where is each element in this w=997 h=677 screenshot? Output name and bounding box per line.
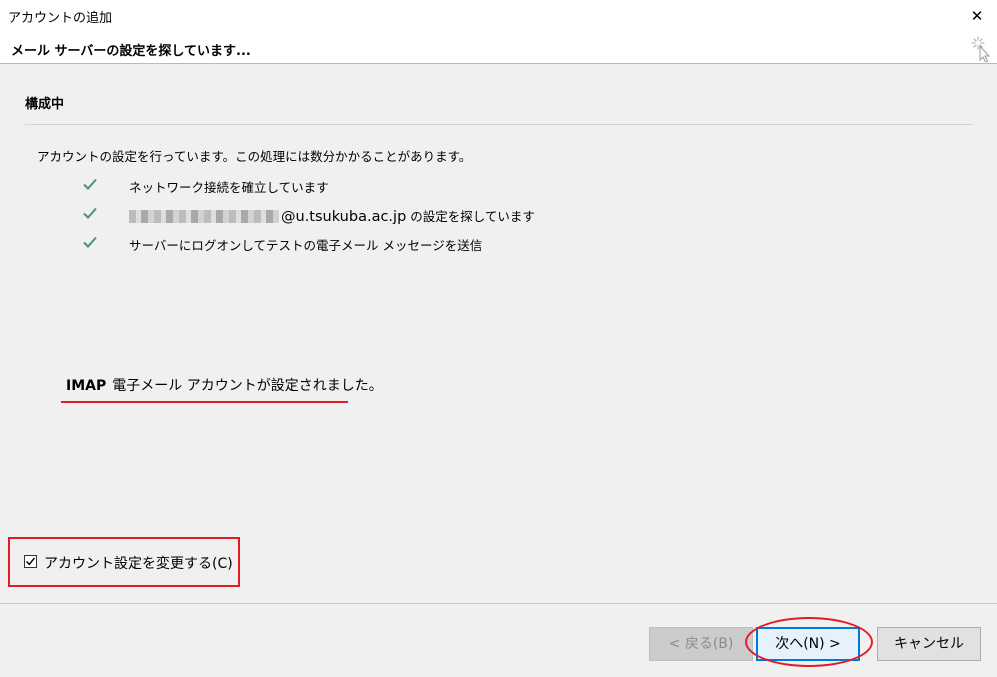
dialog-header: メール サーバーの設定を探しています...	[0, 32, 997, 64]
busy-cursor-icon	[971, 36, 991, 62]
result-text: 電子メール アカウントが設定されました。	[112, 378, 383, 394]
result-protocol: IMAP	[66, 378, 107, 394]
checkmark-icon	[26, 557, 36, 566]
description-text: アカウントの設定を行っています。この処理には数分かかることがあります。	[37, 149, 472, 164]
email-domain: @u.tsukuba.ac.jp	[281, 209, 407, 225]
checkbox-box[interactable]	[24, 555, 37, 568]
step-label: ネットワーク接続を確立しています	[129, 180, 329, 195]
check-icon	[83, 178, 97, 190]
result-message: IMAP 電子メール アカウントが設定されました。	[66, 375, 383, 395]
cancel-button[interactable]: キャンセル	[877, 627, 981, 661]
window-title: アカウントの追加	[8, 11, 113, 26]
section-title: 構成中	[25, 97, 65, 112]
check-icon	[83, 207, 97, 219]
title-bar: アカウントの追加 ✕	[0, 0, 997, 32]
back-button[interactable]: < 戻る(B)	[649, 627, 753, 661]
step-label-suffix: の設定を探しています	[406, 209, 535, 224]
section-divider	[25, 124, 973, 125]
annotation-underline	[61, 401, 348, 403]
footer-divider	[0, 603, 997, 604]
checkbox-label: アカウント設定を変更する(C)	[44, 556, 233, 572]
step-label: @u.tsukuba.ac.jp の設定を探しています	[129, 206, 535, 225]
step-label: サーバーにログオンしてテストの電子メール メッセージを送信	[129, 238, 483, 253]
close-icon[interactable]: ✕	[965, 4, 989, 28]
redacted-username	[129, 210, 279, 223]
next-button[interactable]: 次へ(N) >	[756, 627, 860, 661]
check-icon	[83, 236, 97, 248]
header-subtitle: メール サーバーの設定を探しています...	[11, 44, 251, 59]
